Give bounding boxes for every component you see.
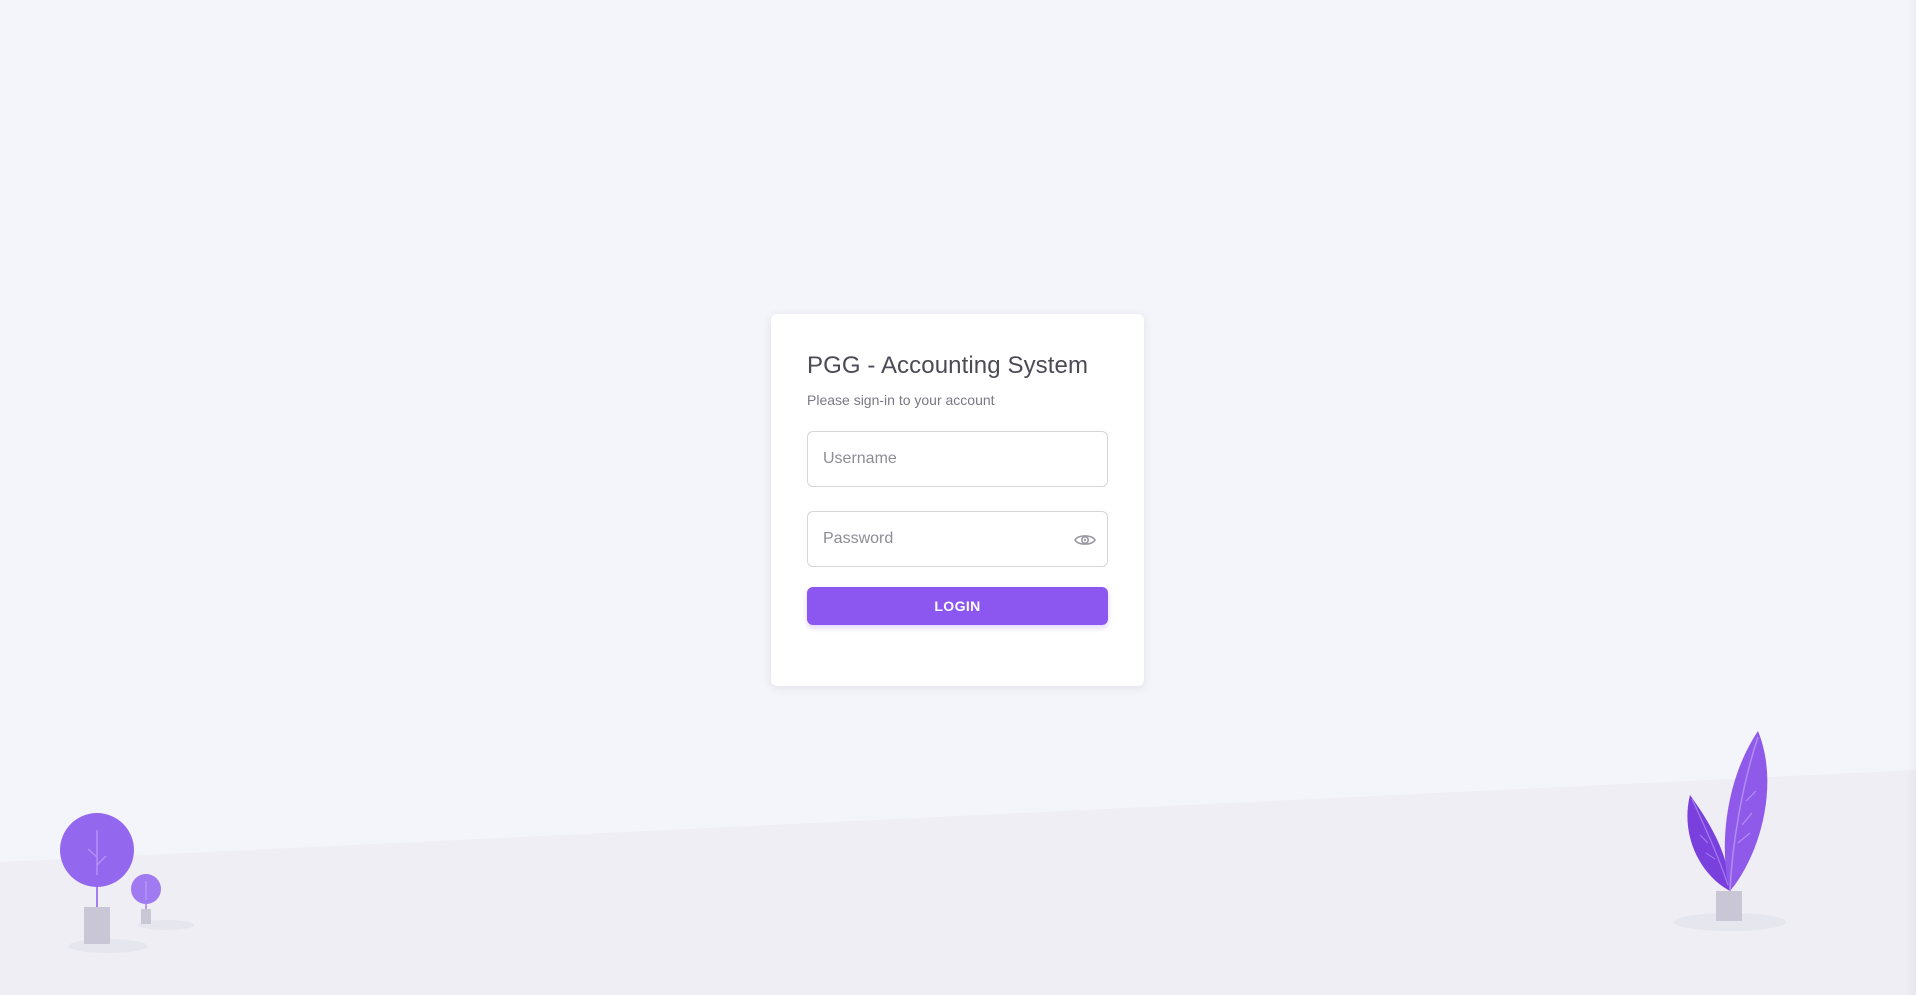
login-card: PGG - Accounting System Please sign-in t… [771, 314, 1144, 686]
scrollbar-track [1906, 0, 1916, 995]
leaf-plant-icon [1674, 731, 1786, 931]
login-button[interactable]: LOGIN [807, 586, 1108, 625]
username-input[interactable] [808, 431, 1107, 486]
page-title: PGG - Accounting System [807, 352, 1089, 379]
eye-icon[interactable] [1073, 528, 1097, 552]
password-input[interactable] [808, 511, 1107, 566]
username-field [807, 430, 1108, 487]
login-subtitle: Please sign-in to your account [807, 392, 995, 409]
login-page: PGG - Accounting System Please sign-in t… [0, 0, 1916, 995]
password-field [807, 510, 1108, 567]
tree-plant-icon [60, 813, 194, 953]
